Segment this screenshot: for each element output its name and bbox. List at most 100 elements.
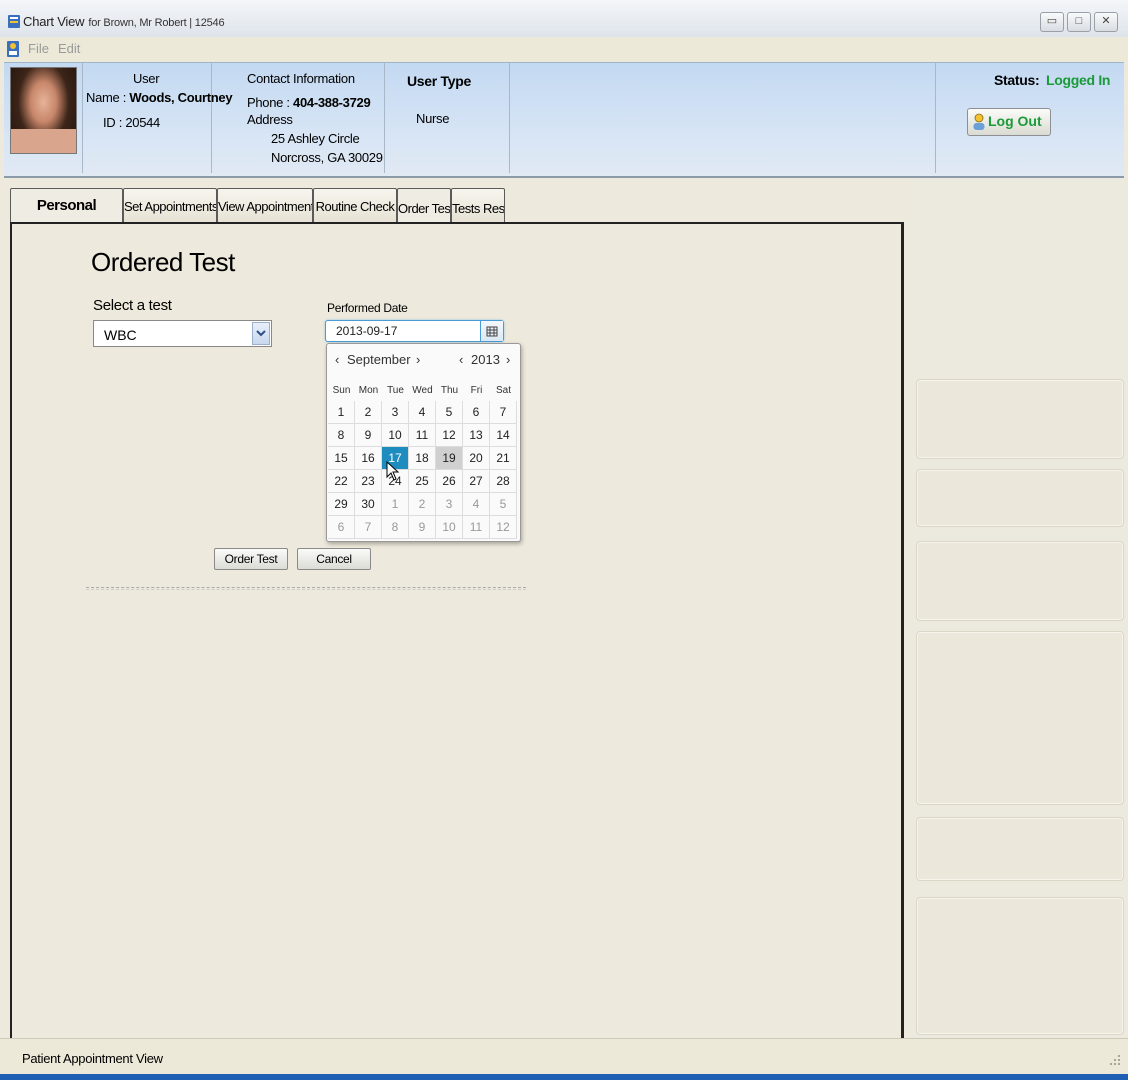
side-card [916,631,1124,805]
weekday-header: Mon [358,385,379,396]
performed-date-input[interactable]: 2013-09-17 [325,320,504,342]
calendar-day[interactable]: 21 [490,447,517,470]
calendar-day[interactable]: 14 [490,424,517,447]
next-year-button[interactable]: › [506,352,510,367]
address-line2: Norcross, GA 30029 [271,150,383,165]
divider [82,63,83,173]
weekday-header: Wed [412,385,433,396]
cancel-button[interactable]: Cancel [297,548,371,570]
tab-routine-check[interactable]: Routine Check [313,188,397,224]
mouse-cursor-icon [386,461,400,481]
test-select[interactable]: WBC [93,320,272,347]
calendar-button[interactable] [480,321,503,341]
calendar-day[interactable]: 8 [328,424,355,447]
order-test-button[interactable]: Order Test [214,548,288,570]
calendar-day[interactable]: 3 [382,401,409,424]
calendar-day[interactable]: 22 [328,470,355,493]
tab-personal[interactable]: Personal [10,188,123,224]
user-photo [10,67,77,154]
app-icon [8,15,20,28]
calendar-day[interactable]: 19 [436,447,463,470]
tab-tests-results[interactable]: Tests Results [451,188,505,224]
calendar-day[interactable]: 2 [409,493,436,516]
contact-heading: Contact Information [247,71,355,86]
calendar-day[interactable]: 16 [355,447,382,470]
calendar-day[interactable]: 28 [490,470,517,493]
minimize-button[interactable]: ▭ [1040,12,1064,32]
side-card [916,379,1124,459]
divider [509,63,510,173]
divider [211,63,212,173]
menu-file[interactable]: File [28,41,49,56]
calendar-day[interactable]: 8 [382,516,409,539]
calendar-day[interactable]: 13 [463,424,490,447]
resize-grip-icon[interactable] [1102,1053,1122,1069]
menu-edit[interactable]: Edit [58,41,80,56]
chevron-down-icon [256,330,266,337]
user-name: Name : Woods, Courtney [86,90,233,105]
window-subtitle: for Brown, Mr Robert | 12546 [88,17,225,29]
calendar-day[interactable]: 29 [328,493,355,516]
calendar-day[interactable]: 10 [436,516,463,539]
app-menu-icon[interactable] [5,39,21,59]
month-label: September [347,352,411,367]
calendar-day[interactable]: 26 [436,470,463,493]
user-heading: User [133,71,160,86]
close-button[interactable]: ✕ [1094,12,1118,32]
calendar-day[interactable]: 5 [490,493,517,516]
calendar-day[interactable]: 6 [463,401,490,424]
address-line1: 25 Ashley Circle [271,131,360,146]
maximize-button[interactable]: □ [1067,12,1091,32]
status-bar-text: Patient Appointment View [22,1051,163,1066]
calendar-day[interactable]: 23 [355,470,382,493]
logout-button[interactable]: Log Out [967,108,1051,136]
calendar-day[interactable]: 12 [436,424,463,447]
test-select-value: WBC [104,327,137,343]
calendar-day[interactable]: 12 [490,516,517,539]
weekday-header: Sat [495,385,511,396]
dropdown-arrow[interactable] [252,322,270,345]
calendar-day[interactable]: 10 [382,424,409,447]
next-month-button[interactable]: › [416,352,420,367]
prev-year-button[interactable]: ‹ [459,352,463,367]
phone-label: Phone : [247,95,294,110]
calendar-day[interactable]: 2 [355,401,382,424]
tab-view-appointments[interactable]: View Appointments [217,188,313,224]
prev-month-button[interactable]: ‹ [335,352,339,367]
menu-bar: File Edit [0,37,1128,62]
status-bar: Patient Appointment View [0,1038,1128,1074]
divider [935,63,936,173]
address-label: Address [247,112,293,127]
calendar-day[interactable]: 7 [355,516,382,539]
calendar-day[interactable]: 7 [490,401,517,424]
calendar-day[interactable]: 27 [463,470,490,493]
calendar-day[interactable]: 15 [328,447,355,470]
tab-set-appointments[interactable]: Set Appointments [123,188,217,224]
calendar-day[interactable]: 11 [463,516,490,539]
page-title: Ordered Test [91,247,235,277]
calendar-day[interactable]: 5 [436,401,463,424]
calendar-day[interactable]: 30 [355,493,382,516]
calendar-day[interactable]: 9 [409,516,436,539]
calendar-day[interactable]: 1 [328,401,355,424]
performed-date-label: Performed Date [327,301,408,315]
tab-order-tests[interactable]: Order Tests [397,188,451,224]
logout-label: Log Out [988,113,1042,129]
calendar-day[interactable]: 18 [409,447,436,470]
right-side-panel [910,178,1128,1038]
calendar-day[interactable]: 1 [382,493,409,516]
user-header: User Name : Woods, Courtney ID : 20544 C… [4,62,1124,178]
calendar-day[interactable]: 9 [355,424,382,447]
calendar-day[interactable]: 3 [436,493,463,516]
calendar-day[interactable]: 4 [463,493,490,516]
calendar-day[interactable]: 6 [328,516,355,539]
status-value: Logged In [1046,72,1111,88]
name-label: Name : [86,90,130,105]
divider [86,587,526,590]
calendar-day[interactable]: 4 [409,401,436,424]
calendar-day[interactable]: 25 [409,470,436,493]
calendar-day[interactable]: 20 [463,447,490,470]
title-bar: Chart View for Brown, Mr Robert | 12546 ▭… [0,0,1128,40]
calendar-day[interactable]: 11 [409,424,436,447]
phone-value: 404-388-3729 [293,95,371,110]
